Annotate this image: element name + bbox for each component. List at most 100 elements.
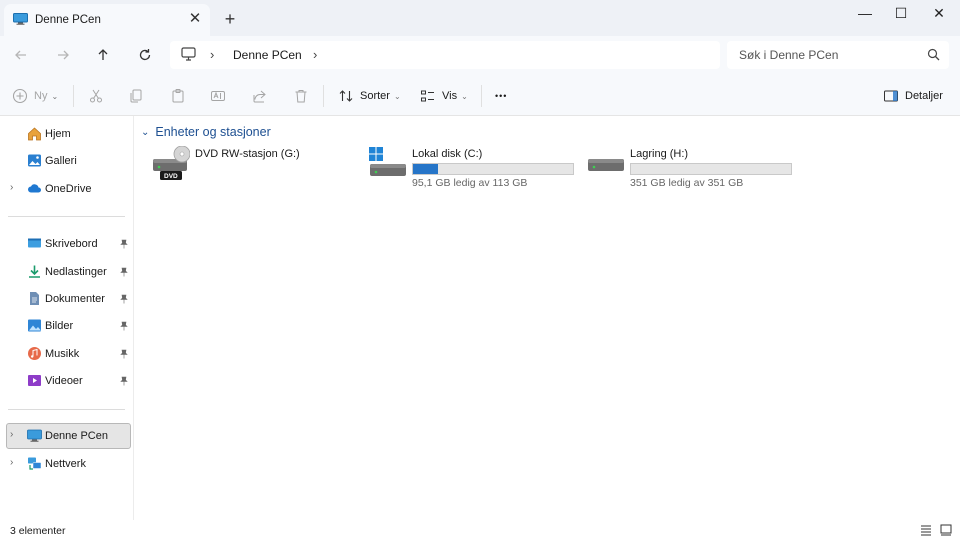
sidebar-item-label: OneDrive (45, 183, 92, 195)
breadcrumb-denne-pcen[interactable]: Denne PCen (233, 48, 302, 62)
chevron-right-icon[interactable]: › (313, 47, 317, 62)
drive-item-local-disk-c[interactable]: Lokal disk (C:) 95,1 GB ledig av 113 GB (369, 146, 579, 189)
sidebar-divider (8, 216, 125, 217)
details-button[interactable]: Detaljer (883, 86, 943, 106)
new-label: Ny (34, 90, 48, 102)
drive-free-space: 351 GB ledig av 351 GB (630, 177, 744, 189)
more-options-button[interactable]: ••• (495, 86, 507, 106)
command-bar: Ny ⌄ Sorter ⌄ Vis ⌄ ••• Detaljer (0, 74, 960, 116)
minimize-button[interactable]: — (850, 4, 880, 22)
search-placeholder: Søk i Denne PCen (739, 48, 839, 62)
pin-icon[interactable] (119, 376, 129, 386)
drive-item-storage-h[interactable]: Lagring (H:) 351 GB ledig av 351 GB (587, 146, 797, 189)
pin-icon[interactable] (119, 321, 129, 331)
separator (73, 85, 74, 107)
sidebar-item-onedrive[interactable]: › OneDrive (6, 176, 131, 202)
separator (481, 85, 482, 107)
pin-icon[interactable] (119, 294, 129, 304)
delete-button[interactable] (293, 86, 309, 106)
sidebar-item-network[interactable]: › Nettverk (6, 451, 131, 477)
sort-button[interactable]: Sorter ⌄ (338, 86, 401, 106)
separator (323, 85, 324, 107)
sidebar-item-pictures[interactable]: Bilder (6, 313, 131, 339)
chevron-right-icon[interactable]: › (10, 457, 13, 468)
drive-free-space: 95,1 GB ledig av 113 GB (412, 177, 528, 189)
drive-usage-fill (413, 164, 439, 174)
sort-icon (339, 90, 353, 102)
sidebar-item-label: Nettverk (45, 458, 86, 470)
computer-outline-icon (181, 47, 196, 61)
sidebar-item-label: Videoer (45, 375, 83, 387)
drive-usage-bar (630, 163, 792, 175)
view-button[interactable]: Vis ⌄ (420, 86, 468, 106)
chevron-down-icon: ⌄ (141, 126, 150, 138)
network-icon (28, 457, 42, 470)
sidebar-divider (8, 409, 125, 410)
more-icon: ••• (495, 91, 508, 101)
chevron-right-icon[interactable]: › (10, 182, 13, 193)
group-header-devices[interactable]: ⌄ Enheter og stasjoner (141, 124, 271, 140)
rename-button[interactable] (210, 86, 226, 106)
sidebar-item-documents[interactable]: Dokumenter (6, 286, 131, 312)
desktop-icon (28, 238, 41, 248)
computer-icon (27, 429, 42, 442)
drive-name: Lokal disk (C:) (412, 148, 483, 160)
refresh-button[interactable] (134, 44, 156, 66)
details-pane-icon (884, 90, 898, 102)
sidebar-item-label: Nedlastinger (45, 266, 107, 278)
search-icon (927, 48, 940, 61)
pin-icon[interactable] (119, 349, 129, 359)
up-button[interactable] (92, 44, 114, 66)
sort-label: Sorter (360, 90, 390, 102)
trash-icon (295, 90, 307, 103)
drive-item-dvd[interactable]: DVD DVD RW-stasjon (G:) (152, 146, 352, 186)
share-button[interactable] (252, 86, 268, 106)
chevron-right-icon[interactable]: › (10, 429, 13, 440)
maximize-button[interactable]: ☐ (886, 4, 916, 22)
view-options-icon (421, 90, 434, 102)
sidebar-item-this-pc[interactable]: › Denne PCen (6, 423, 131, 449)
cloud-icon (28, 184, 41, 193)
sidebar-item-videos[interactable]: Videoer (6, 368, 131, 394)
copy-icon (130, 89, 142, 103)
tab-denne-pcen[interactable]: Denne PCen ✕ (4, 4, 210, 36)
address-bar[interactable]: › Denne PCen › (170, 41, 720, 69)
group-title: Enheter og stasjoner (155, 125, 271, 139)
close-window-button[interactable]: ✕ (924, 4, 954, 22)
back-button[interactable] (10, 44, 32, 66)
sidebar-item-label: Denne PCen (45, 430, 108, 442)
pin-icon[interactable] (119, 267, 129, 277)
chevron-right-icon[interactable]: › (210, 47, 214, 62)
view-label: Vis (442, 90, 458, 102)
new-tab-button[interactable]: + (221, 10, 239, 28)
chevron-down-icon: ⌄ (393, 91, 401, 101)
sidebar-item-desktop[interactable]: Skrivebord (6, 231, 131, 257)
paste-button[interactable] (170, 86, 186, 106)
copy-button[interactable] (128, 86, 144, 106)
sidebar-item-downloads[interactable]: Nedlastinger (6, 259, 131, 285)
new-button[interactable]: Ny ⌄ (12, 86, 58, 106)
pin-icon[interactable] (119, 239, 129, 249)
details-view-icon[interactable] (919, 523, 933, 537)
forward-button[interactable] (52, 44, 74, 66)
sidebar-item-gallery[interactable]: Galleri (6, 148, 131, 174)
documents-icon (30, 292, 39, 305)
search-input[interactable]: Søk i Denne PCen (727, 41, 949, 69)
plus-circle-icon (12, 88, 28, 104)
sidebar-item-label: Galleri (45, 155, 77, 167)
sidebar-item-music[interactable]: Musikk (6, 341, 131, 367)
rename-icon (211, 91, 225, 101)
arrow-up-icon (98, 49, 108, 60)
system-disk-icon (369, 147, 406, 176)
tab-close-icon[interactable]: ✕ (186, 10, 204, 28)
tab-title: Denne PCen (35, 14, 101, 26)
content-pane: ⌄ Enheter og stasjoner DVD DVD RW-stasjo… (135, 116, 960, 520)
large-icons-view-icon[interactable] (939, 523, 953, 537)
sidebar-item-home[interactable]: Hjem (6, 121, 131, 147)
address-row: › Denne PCen › Søk i Denne PCen (0, 36, 960, 74)
computer-icon (13, 13, 28, 25)
sidebar-item-label: Musikk (45, 348, 80, 360)
arrow-left-icon (15, 50, 26, 60)
music-icon (28, 347, 41, 360)
cut-button[interactable] (88, 86, 104, 106)
